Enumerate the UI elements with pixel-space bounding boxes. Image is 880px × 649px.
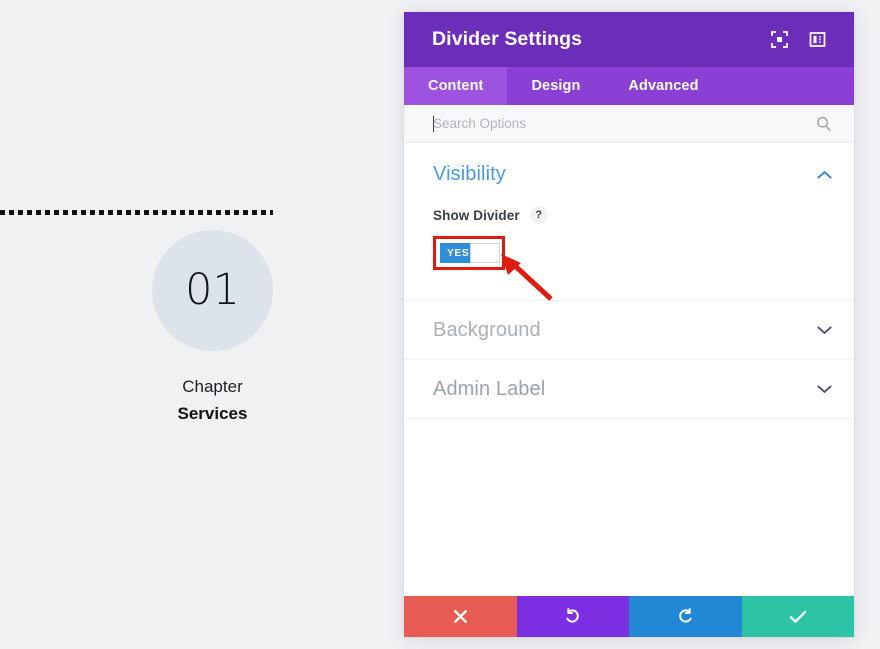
close-icon — [453, 609, 468, 624]
chevron-down-icon[interactable] — [817, 384, 832, 394]
undo-button[interactable] — [516, 596, 629, 637]
cancel-button[interactable] — [404, 596, 517, 637]
show-divider-field-row: Show Divider ? — [433, 206, 825, 224]
search-icon[interactable] — [816, 116, 832, 132]
toggle-on-label: YES — [447, 247, 470, 259]
redo-button[interactable] — [629, 596, 742, 637]
redo-icon — [677, 608, 694, 625]
section-visibility-title: Visibility — [433, 163, 506, 185]
chevron-up-icon[interactable] — [817, 170, 832, 180]
show-divider-toggle-highlight: YES — [433, 236, 505, 270]
tab-advanced[interactable]: Advanced — [604, 67, 722, 105]
chapter-title-text: Services — [177, 403, 248, 423]
modal-tab-strip: Content Design Advanced — [404, 67, 854, 105]
chapter-number-text: 01 — [185, 265, 240, 315]
help-icon[interactable]: ? — [529, 206, 548, 224]
modal-title: Divider Settings — [432, 28, 583, 50]
toggle-knob[interactable] — [470, 243, 500, 263]
divider-settings-modal: Divider Settings Content Design Advanced — [404, 12, 854, 637]
search-input[interactable] — [433, 116, 816, 131]
section-visibility-header[interactable]: Visibility — [404, 143, 854, 206]
layout-view-icon[interactable] — [802, 25, 832, 55]
tab-content[interactable]: Content — [404, 67, 508, 105]
section-background-title: Background — [433, 318, 541, 341]
text-caret — [433, 116, 434, 132]
save-button[interactable] — [741, 596, 854, 637]
divider-preview-line — [0, 210, 273, 215]
chapter-number-circle: 01 — [152, 230, 273, 351]
section-visibility: Visibility Show Divider ? YES — [404, 143, 854, 301]
page-preview-canvas: 01 Chapter Services — [0, 0, 404, 649]
section-background[interactable]: Background — [404, 301, 854, 360]
modal-footer-actions — [404, 596, 854, 637]
expand-view-icon[interactable] — [764, 25, 794, 55]
section-visibility-body: Show Divider ? YES — [404, 206, 854, 300]
check-icon — [789, 610, 807, 624]
section-admin-label[interactable]: Admin Label — [404, 360, 854, 419]
undo-icon — [564, 608, 581, 625]
show-divider-toggle[interactable]: YES — [440, 243, 500, 263]
modal-body: Visibility Show Divider ? YES Background… — [404, 143, 854, 596]
chapter-block: 01 Chapter Services — [152, 230, 273, 426]
chevron-down-icon[interactable] — [817, 325, 832, 335]
modal-header: Divider Settings — [404, 12, 854, 67]
show-divider-label: Show Divider — [433, 207, 520, 223]
chapter-label-text: Chapter — [182, 377, 243, 396]
section-admin-label-title: Admin Label — [433, 377, 546, 400]
search-options-row — [404, 105, 854, 143]
tab-design[interactable]: Design — [507, 67, 604, 105]
